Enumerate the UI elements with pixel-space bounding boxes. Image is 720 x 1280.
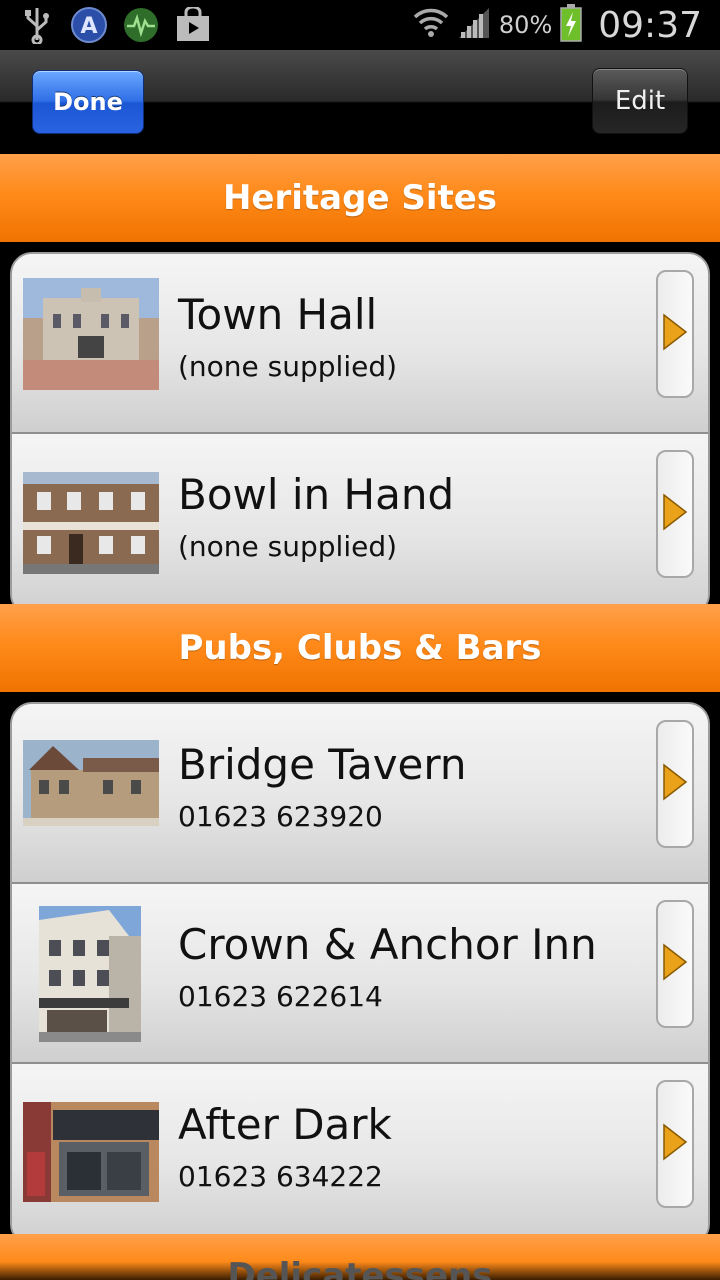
list-item-town-hall[interactable]: Town Hall (none supplied) xyxy=(12,254,708,434)
action-bar: Done Edit xyxy=(0,50,720,152)
item-subtitle: (none supplied) xyxy=(178,530,398,563)
clock: 09:37 xyxy=(598,4,702,46)
done-button[interactable]: Done xyxy=(32,70,144,134)
item-title: Bridge Tavern xyxy=(178,740,467,789)
item-subtitle: 01623 622614 xyxy=(178,980,383,1013)
activity-icon xyxy=(122,6,160,44)
item-subtitle: (none supplied) xyxy=(178,350,398,383)
wifi-icon xyxy=(413,5,449,45)
section-title: Delicatessens xyxy=(227,1256,493,1280)
item-title: Town Hall xyxy=(178,290,378,339)
play-arrow-icon xyxy=(662,493,688,535)
list-item-bridge-tavern[interactable]: Bridge Tavern 01623 623920 xyxy=(12,704,708,884)
bowl-in-hand-photo xyxy=(23,472,159,574)
item-title: After Dark xyxy=(178,1100,392,1149)
usb-icon xyxy=(18,6,56,44)
battery-percent: 80% xyxy=(498,11,553,39)
list-item-after-dark[interactable]: After Dark 01623 634222 xyxy=(12,1064,708,1244)
item-title: Crown & Anchor Inn xyxy=(178,920,597,969)
item-subtitle: 01623 623920 xyxy=(178,800,383,833)
play-arrow-icon xyxy=(662,313,688,355)
disclosure-button[interactable] xyxy=(656,900,694,1028)
play-arrow-icon xyxy=(662,1123,688,1165)
shopping-bag-icon xyxy=(174,6,212,44)
disclosure-button[interactable] xyxy=(656,450,694,578)
play-arrow-icon xyxy=(662,943,688,985)
disclosure-button[interactable] xyxy=(656,270,694,398)
item-title: Bowl in Hand xyxy=(178,470,455,519)
bridge-tavern-photo xyxy=(23,740,159,826)
disclosure-button[interactable] xyxy=(656,1080,694,1208)
status-bar: A 80% 09:37 xyxy=(0,0,720,50)
pubs-clubs-bars-list: Bridge Tavern 01623 623920 Crown & Ancho… xyxy=(10,702,710,1246)
section-header-pubs-clubs-bars: Pubs, Clubs & Bars xyxy=(0,604,720,692)
a-badge-icon: A xyxy=(70,6,108,44)
list-item-crown-anchor-inn[interactable]: Crown & Anchor Inn 01623 622614 xyxy=(12,884,708,1064)
section-header-delicatessens: Delicatessens xyxy=(0,1234,720,1280)
section-header-heritage-sites: Heritage Sites xyxy=(0,154,720,242)
svg-text:A: A xyxy=(80,14,97,39)
disclosure-button[interactable] xyxy=(656,720,694,848)
battery-charging-icon xyxy=(560,4,582,46)
signal-icon xyxy=(457,6,491,44)
play-arrow-icon xyxy=(662,763,688,805)
crown-anchor-photo xyxy=(39,906,141,1042)
edit-button[interactable]: Edit xyxy=(592,68,688,134)
after-dark-photo xyxy=(23,1102,159,1202)
item-subtitle: 01623 634222 xyxy=(178,1160,383,1193)
town-hall-photo xyxy=(23,278,159,390)
heritage-sites-list: Town Hall (none supplied) Bowl in Hand (… xyxy=(10,252,710,616)
list-item-bowl-in-hand[interactable]: Bowl in Hand (none supplied) xyxy=(12,434,708,614)
